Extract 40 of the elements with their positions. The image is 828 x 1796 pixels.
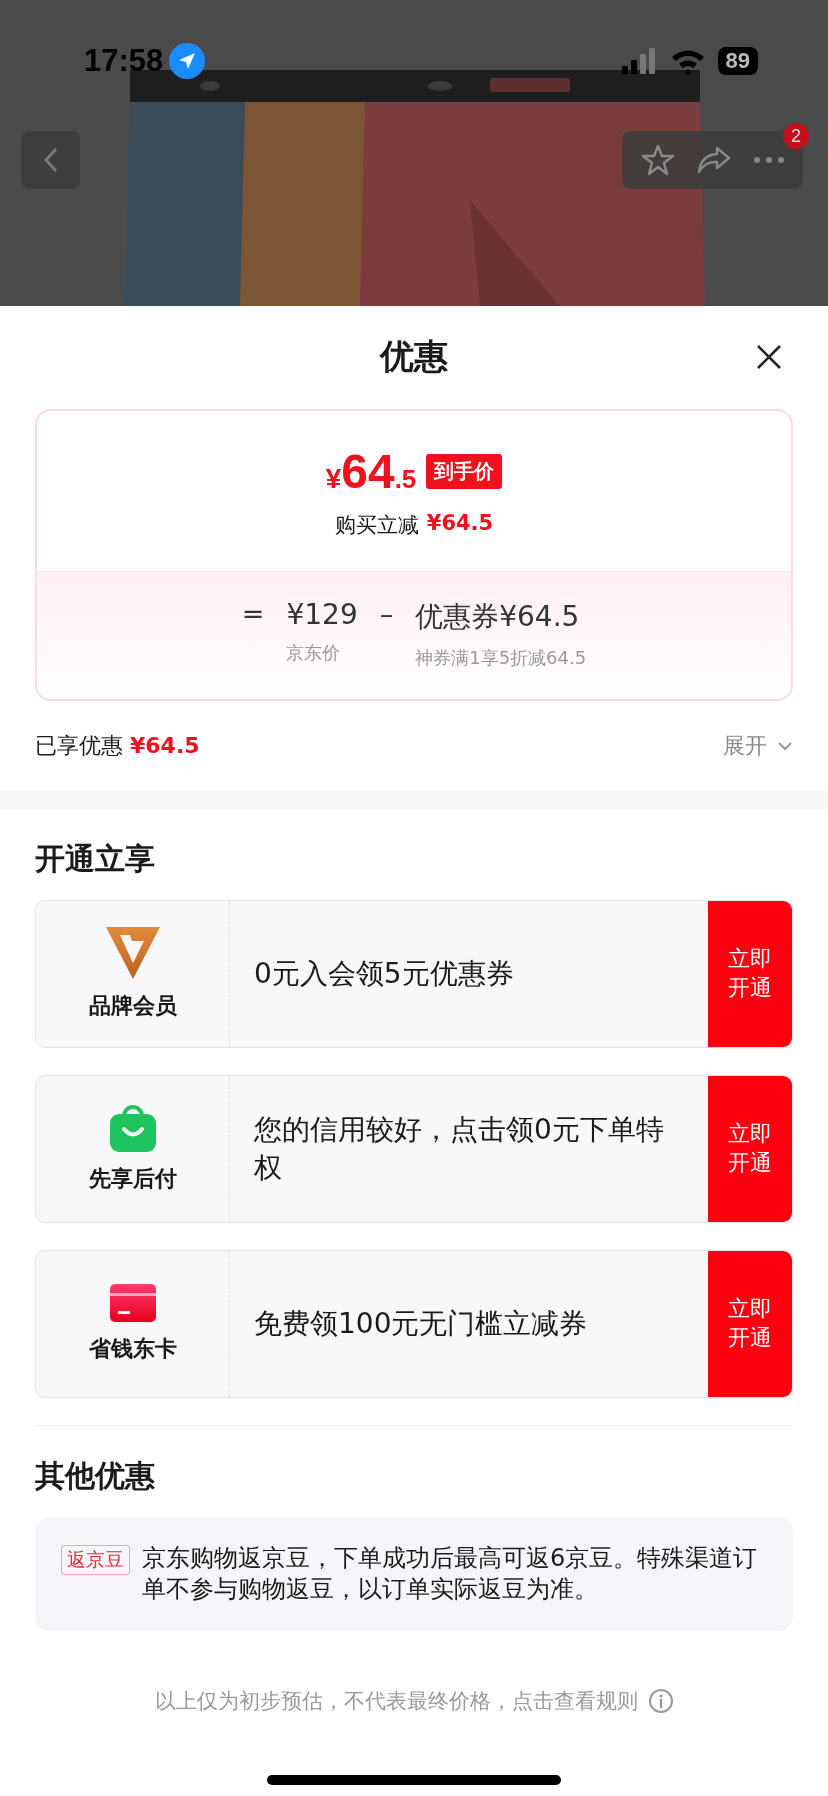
- shopping-bag-icon: [109, 1104, 156, 1152]
- enjoyed-discount: 已享优惠 ¥64.5: [35, 732, 200, 760]
- status-time: 17:58: [84, 43, 164, 79]
- reduction-value: ¥64.5: [426, 510, 494, 537]
- sheet-title: 优惠: [380, 335, 448, 378]
- more-icon[interactable]: [751, 155, 786, 165]
- offer-description: 京东购物返京豆，下单成功后最高可返6京豆。特殊渠道订单不参与购物返豆，以订单实际返豆为准。: [142, 1543, 759, 1606]
- offer-description: 0元入会领5元优惠券: [254, 956, 514, 993]
- v-logo-icon: [105, 927, 160, 979]
- activate-button[interactable]: 立即开通: [708, 1076, 792, 1222]
- activate-button[interactable]: 立即开通: [708, 1251, 792, 1397]
- formula-amount: ¥129: [286, 598, 358, 631]
- signal-icon: [621, 48, 658, 74]
- formula-operator: =: [241, 598, 265, 629]
- offer-name: 品牌会员: [88, 992, 177, 1020]
- offer-name: 先享后付: [88, 1165, 177, 1193]
- offer-tag: 返京豆: [61, 1545, 130, 1575]
- price-tag: 到手价: [426, 453, 503, 489]
- battery-level: 89: [717, 47, 758, 75]
- final-price: ¥64.5: [325, 443, 417, 499]
- section-title: 其他优惠: [35, 1457, 156, 1495]
- disclaimer-link[interactable]: 以上仅为初步预估，不代表最终价格，点击查看规则: [154, 1687, 638, 1716]
- activate-button[interactable]: 立即开通: [708, 901, 792, 1047]
- formula-amount: 优惠券¥64.5: [415, 599, 581, 635]
- formula-caption: 京东价: [286, 641, 342, 665]
- caret-icon[interactable]: [777, 741, 793, 751]
- close-icon[interactable]: [755, 343, 783, 371]
- formula-caption: 神券满1享5折减64.5: [415, 646, 587, 670]
- offer-description: 您的信用较好，点击领0元下单特权: [254, 1112, 665, 1186]
- location-icon: [169, 43, 206, 79]
- offer-name: 省钱东卡: [88, 1335, 177, 1363]
- formula-operator: –: [379, 598, 394, 629]
- star-icon[interactable]: [639, 142, 676, 178]
- expand-button[interactable]: 展开: [723, 731, 793, 761]
- offer-description: 免费领100元无门槛立减券: [254, 1306, 588, 1343]
- card-icon: [109, 1284, 156, 1322]
- info-icon[interactable]: [647, 1688, 674, 1715]
- section-title: 开通立享: [35, 840, 156, 878]
- back-button[interactable]: [21, 131, 80, 189]
- reduction-label: 购买立减: [334, 511, 419, 539]
